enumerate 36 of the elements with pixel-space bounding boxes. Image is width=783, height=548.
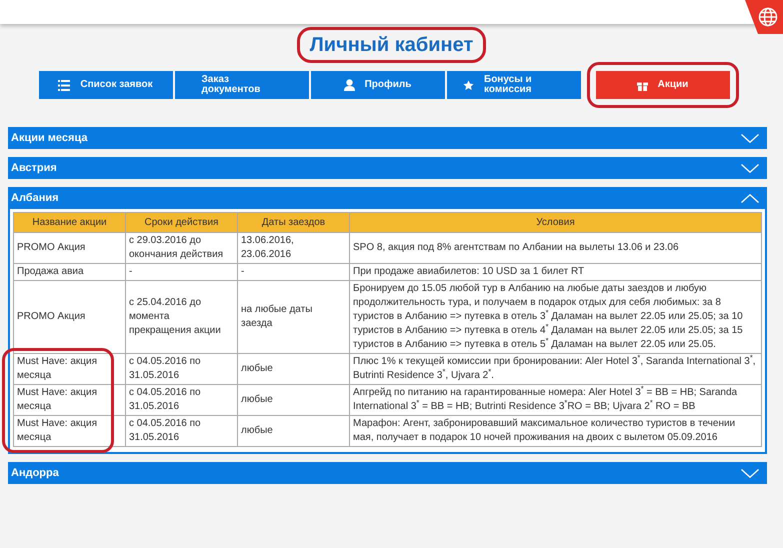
table-cell: Продажа авиа — [14, 264, 126, 280]
tab[interactable]: Бонусы и комиссия — [446, 71, 580, 99]
table-cell: При продаже авиабилетов: 10 USD за 1 билет RT — [350, 264, 762, 280]
accordion-header[interactable]: Австрия — [8, 157, 767, 179]
table-cell: PROMO Акция — [14, 232, 126, 264]
accordion-header[interactable]: Андорра — [8, 462, 767, 484]
column-header: Даты заездов — [238, 212, 350, 232]
table-cell: Марафон: Агент, забронировавший максимальное количество туристов в течении мая, получает в подарок 10 ночей проживания на двоих с вылетом 05.09.2016 — [350, 416, 762, 446]
table-cell: PROMO Акция — [14, 280, 126, 354]
table-cell: - — [126, 264, 238, 280]
table-cell: с 04.05.2016 по 31.05.2016 — [126, 416, 238, 446]
page-title: Личный кабинет — [310, 33, 474, 58]
table-cell: любые — [238, 354, 350, 384]
table-cell: любые — [238, 416, 350, 446]
table-cell: с 25.04.2016 до момента прекращения акции — [126, 280, 238, 354]
table-cell: Must Have: акция месяца — [14, 354, 126, 384]
table-cell: любые — [238, 384, 350, 416]
table-cell: на любые даты заезда — [238, 280, 350, 354]
column-header: Условия — [350, 212, 762, 232]
tab[interactable]: Заказ документов — [174, 71, 308, 99]
table-cell: - — [238, 264, 350, 280]
table-cell: 13.06.2016, 23.06.2016 — [238, 232, 350, 264]
table-cell: SPO 8, акция под 8% агентствам по Албании на вылеты 13.06 и 23.06 — [350, 232, 762, 264]
table-cell: Апгрейд по питанию на гарантированные номера: Aler Hotel 3$^{*}$ = BB = HB; Saranda International 3$^{*}$ = BB = HB; Butrinti Residence 3$^{*}$RO = BB; Ujvara 2$^{*}$ RO = BB — [350, 384, 762, 416]
column-header: Сроки действия — [126, 212, 238, 232]
tab[interactable]: Список заявок — [38, 71, 172, 99]
tab[interactable]: Акции — [596, 71, 730, 99]
column-header: Название акции — [14, 212, 126, 232]
table-cell: с 29.03.2016 до окончания действия — [126, 232, 238, 264]
table-cell: Must Have: акция месяца — [14, 416, 126, 446]
accordion-header[interactable]: Албания — [8, 187, 767, 209]
table-cell: Плюс 1% к текущей комиссии при бронировании: Aler Hotel 3$^{*}$, Saranda International 3$^{*}$, Butrinti Residence 3$^{*}$, Ujvara 2$^{*}$. — [350, 354, 762, 384]
table-cell: Бронируем до 15.05 любой тур в Албанию на любые даты заездов и любую продолжительность тура, и получаем в подарок отдых для себя любимых: за 8 туристов в Албанию => путевка в отель 3$^{*}$ Даламан на вылет 22.05 или 25.05; за 10 туристов в Албанию => путевка в отель 4$^{*}$ Даламан на вылет 22.05 или 25.05; за 15 туристов в Албанию => путевка в отель 5$^{*}$ Даламан на вылет 22.05 или 25.05. — [350, 280, 762, 354]
table-cell: Must Have: акция месяца — [14, 384, 126, 416]
tab[interactable]: Профиль — [310, 71, 444, 99]
accordion-header[interactable]: Акции месяца — [8, 127, 767, 149]
